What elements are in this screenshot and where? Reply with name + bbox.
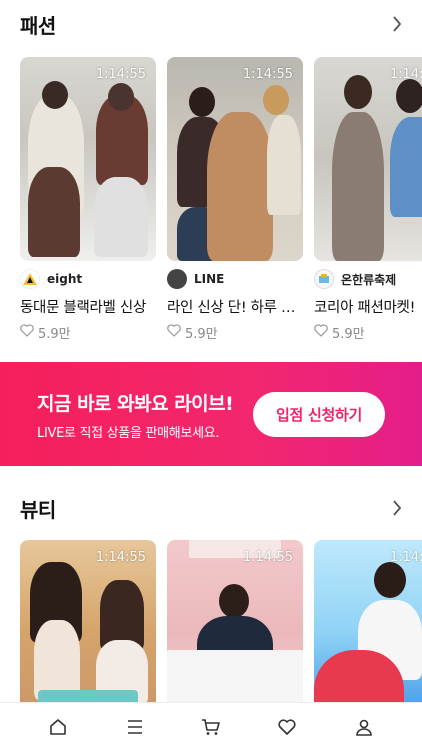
live-duration: 1:14:55 <box>389 67 422 82</box>
profile-icon[interactable] <box>344 707 384 747</box>
seller-avatar <box>314 269 334 289</box>
live-card[interactable]: 1:14:55 eight 동대문 블랙라벨 신상 5.9만 <box>20 57 156 342</box>
seller-name: 온한류축제 <box>341 272 397 287</box>
like-count: 5.9만 <box>332 327 365 342</box>
fashion-carousel[interactable]: 1:14:55 eight 동대문 블랙라벨 신상 5.9만 1:14:55 L… <box>20 57 422 342</box>
live-duration: 1:14:55 <box>242 67 293 82</box>
live-thumbnail[interactable]: 1:14:55 <box>314 57 422 261</box>
heart-icon[interactable] <box>267 707 307 747</box>
live-card[interactable]: 1:14:55 LINE 라인 신상 단! 하루 특가 5.9만 <box>167 57 303 342</box>
chevron-right-icon[interactable] <box>388 15 406 33</box>
live-thumbnail[interactable]: 1:14:55 <box>20 57 156 261</box>
banner-subtitle: LIVE로 직접 상품을 판매해보세요. <box>37 426 220 441</box>
apply-button[interactable]: 입점 신청하기 <box>253 392 385 437</box>
live-duration: 1:14:55 <box>389 550 422 565</box>
heart-outline-icon[interactable] <box>314 324 328 341</box>
live-card[interactable]: 1:14:55 온한류축제 코리아 패션마켓! 5.9만 <box>314 57 422 342</box>
seller-name: eight <box>47 272 83 286</box>
seller-name: LINE <box>194 272 225 286</box>
like-count: 5.9만 <box>38 327 71 342</box>
banner-title: 지금 바로 와봐요 라이브! <box>37 393 234 415</box>
seller-avatar <box>20 269 40 289</box>
section-title: 패션 <box>20 13 56 38</box>
item-title[interactable]: 라인 신상 단! 하루 특가 <box>167 296 303 317</box>
menu-icon[interactable] <box>115 707 155 747</box>
heart-outline-icon[interactable] <box>167 324 181 341</box>
cart-icon[interactable] <box>191 707 231 747</box>
live-thumbnail[interactable]: 1:14:55 <box>167 57 303 261</box>
home-icon[interactable] <box>38 707 78 747</box>
item-title[interactable]: 코리아 패션마켓! <box>314 296 422 317</box>
section-title: 뷰티 <box>20 497 56 522</box>
live-duration: 1:14:55 <box>242 550 293 565</box>
live-duration: 1:14:55 <box>95 67 146 82</box>
item-title[interactable]: 동대문 블랙라벨 신상 <box>20 296 156 317</box>
fashion-section-header: 패션 <box>20 4 406 44</box>
like-count: 5.9만 <box>185 327 218 342</box>
heart-outline-icon[interactable] <box>20 324 34 341</box>
live-promo-banner: 지금 바로 와봐요 라이브! LIVE로 직접 상품을 판매해보세요. 입점 신… <box>0 362 422 466</box>
beauty-section-header: 뷰티 <box>20 488 406 528</box>
bottom-tab-bar <box>0 702 422 750</box>
chevron-right-icon[interactable] <box>388 499 406 517</box>
live-duration: 1:14:55 <box>95 550 146 565</box>
seller-avatar <box>167 269 187 289</box>
